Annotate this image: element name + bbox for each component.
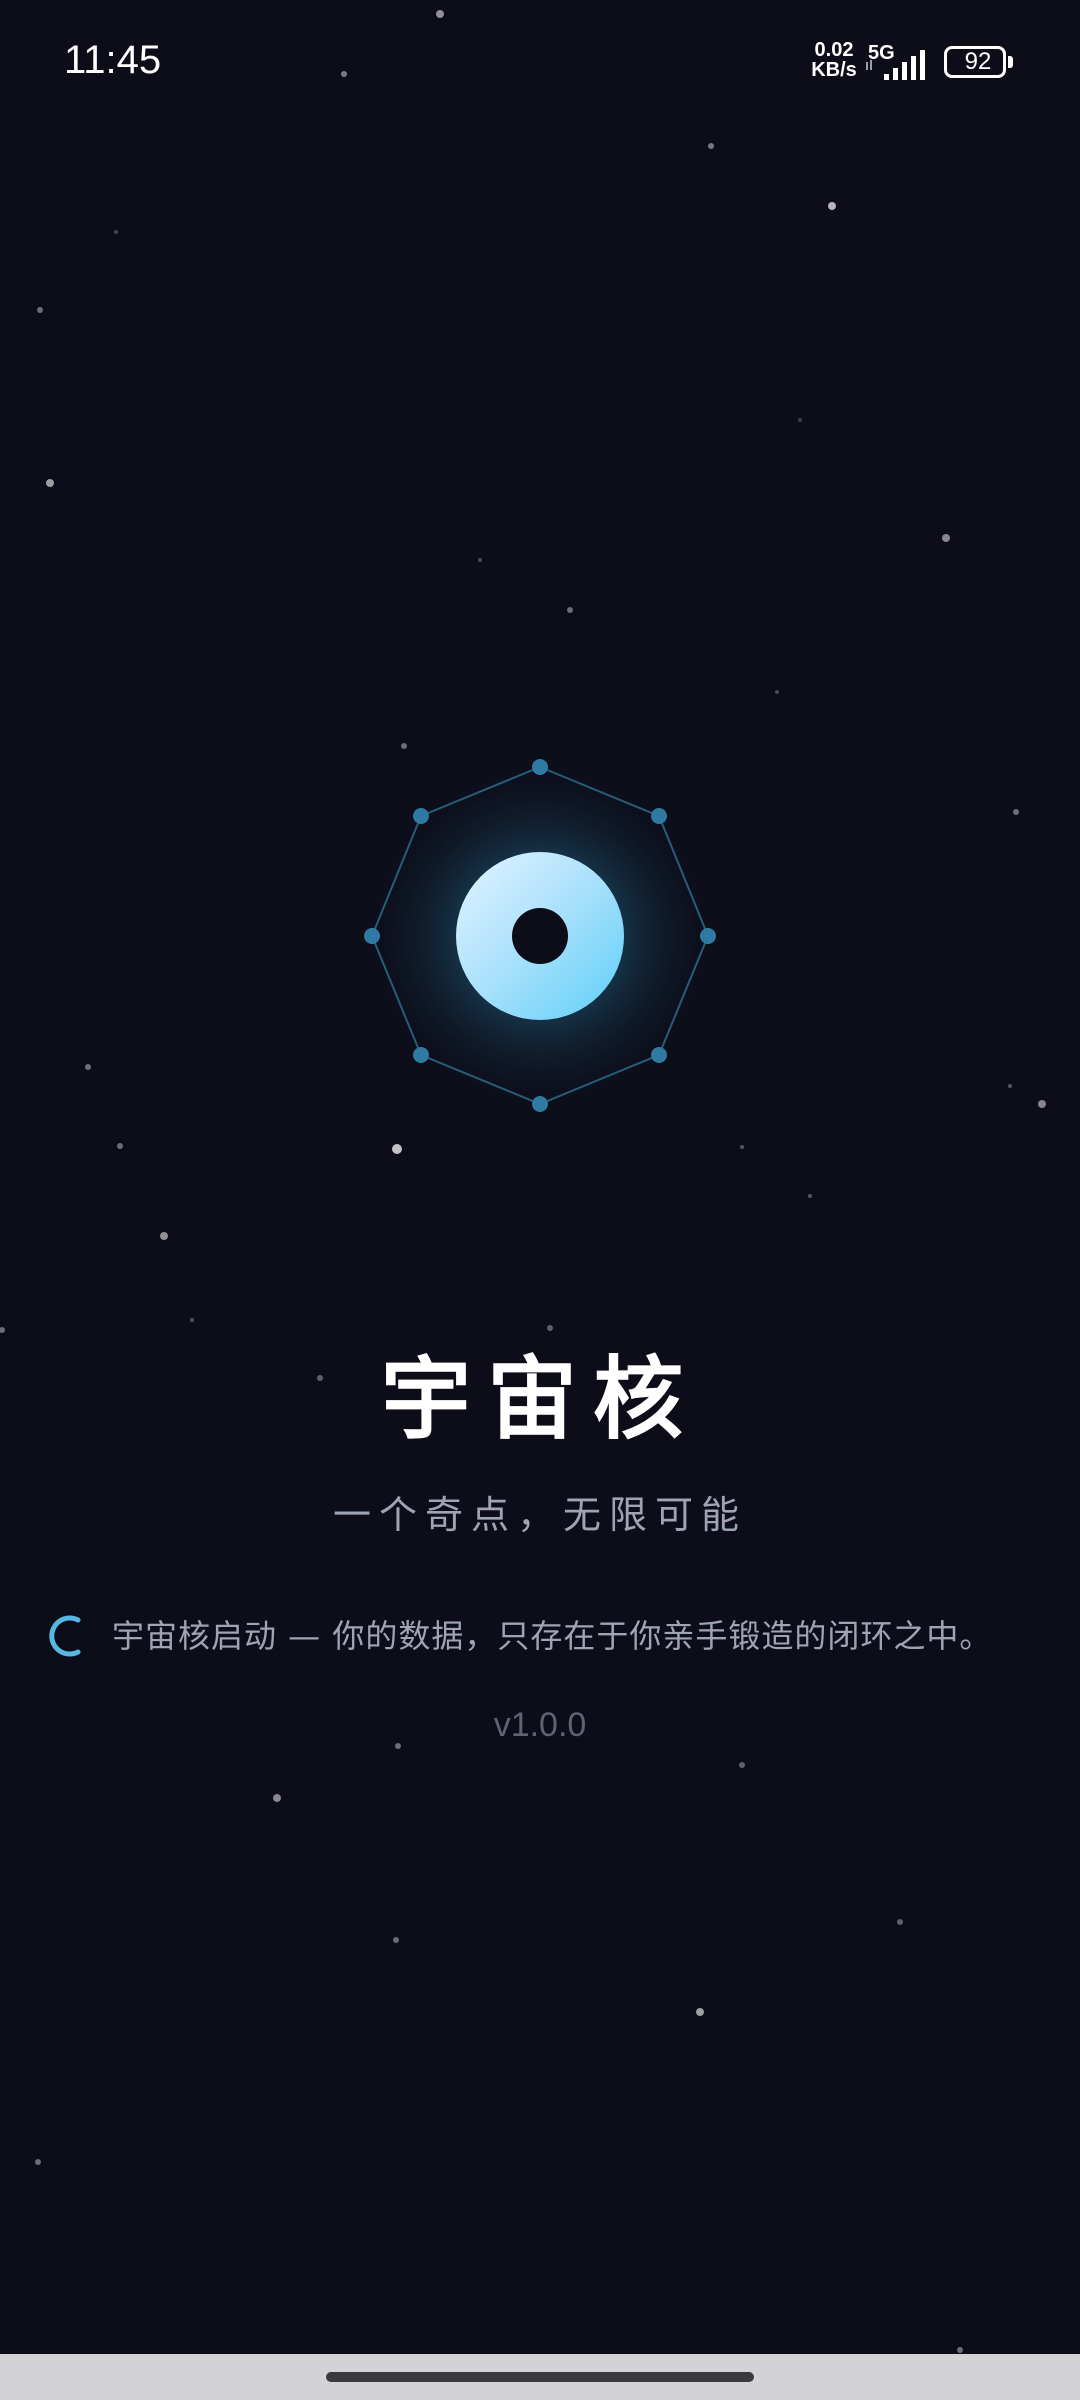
network-speed: 0.02 KB/s xyxy=(804,40,864,80)
tagline: 一个奇点，无限可能 xyxy=(332,1493,747,1537)
app-title: 宇宙核 xyxy=(381,1347,699,1452)
gesture-nav-bar xyxy=(0,2354,1080,2400)
status-bar: 11:45 0.02 KB/s 5G 92 xyxy=(0,0,1080,130)
splash-screen: 11:45 0.02 KB/s 5G 92 宇宙核 一个奇点，无限可能 宇宙核启… xyxy=(0,0,1080,2400)
loading-status: 宇宙核启动 — 你的数据，只存在于你亲手锻造的闭环之中。 xyxy=(40,1606,1060,1666)
network-speed-unit: KB/s xyxy=(811,59,857,81)
status-time: 11:45 xyxy=(64,38,162,82)
app-version: v1.0.0 xyxy=(493,1706,587,1744)
loading-spinner-icon xyxy=(49,1615,81,1657)
network-speed-value: 0.02 xyxy=(814,39,854,61)
loading-message: 宇宙核启动 — 你的数据，只存在于你亲手锻造的闭环之中。 xyxy=(112,1617,993,1655)
core-logo-icon xyxy=(350,746,730,1126)
starfield-background xyxy=(0,10,1046,2353)
signal-icon xyxy=(866,50,925,80)
battery-icon: 92 xyxy=(944,46,1013,78)
home-indicator[interactable] xyxy=(326,2372,754,2382)
battery-level: 92 xyxy=(964,48,992,75)
